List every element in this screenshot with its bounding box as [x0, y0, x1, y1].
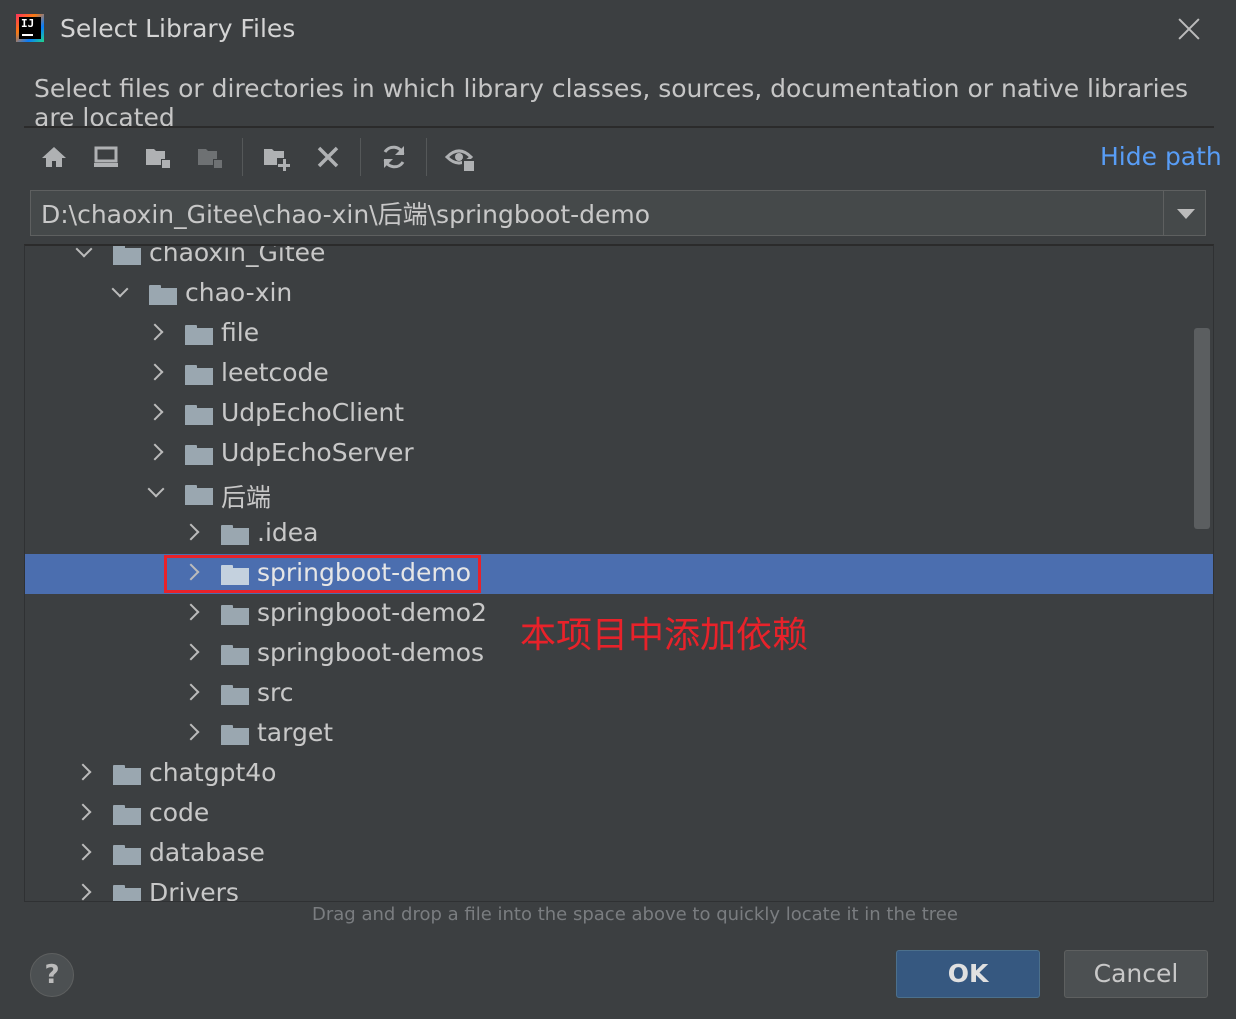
chevron-right-icon[interactable] [145, 322, 167, 344]
drag-drop-hint: Drag and drop a file into the space abov… [312, 904, 958, 925]
folder-icon [221, 525, 249, 545]
tree-item-label: src [257, 678, 294, 707]
folder-icon [221, 685, 249, 705]
chevron-down-icon[interactable] [73, 246, 95, 264]
ok-button[interactable]: OK [896, 950, 1040, 998]
tree-item-label: springboot-demo2 [257, 598, 487, 627]
folder-icon [149, 285, 177, 305]
refresh-icon[interactable] [377, 140, 411, 174]
home-icon[interactable] [37, 140, 71, 174]
tree-item-label: database [149, 838, 265, 867]
chevron-right-icon[interactable] [73, 802, 95, 824]
chevron-down-icon[interactable] [145, 482, 167, 504]
tree-item[interactable]: code [25, 794, 1213, 834]
tree-item[interactable]: UdpEchoClient [25, 394, 1213, 434]
toolbar-separator [360, 138, 361, 176]
folder-icon [185, 405, 213, 425]
annotation-highlight-box [164, 555, 481, 593]
chevron-right-icon[interactable] [181, 682, 203, 704]
tree-item[interactable]: 后端 [25, 474, 1213, 514]
tree-item-label: 后端 [221, 483, 272, 512]
close-icon[interactable] [1172, 12, 1206, 46]
tree-item-label: code [149, 798, 210, 827]
chevron-right-icon[interactable] [181, 522, 203, 544]
cancel-button[interactable]: Cancel [1064, 950, 1208, 998]
folder-icon [221, 605, 249, 625]
chevron-down-icon[interactable] [109, 282, 131, 304]
chevron-right-icon[interactable] [145, 442, 167, 464]
folder-icon [185, 485, 213, 505]
help-button[interactable]: ? [30, 953, 74, 997]
folder-icon [113, 246, 141, 265]
tree-item[interactable]: .idea [25, 514, 1213, 554]
tree-item[interactable]: UdpEchoServer [25, 434, 1213, 474]
tree-item[interactable]: file [25, 314, 1213, 354]
tree-item[interactable]: src [25, 674, 1213, 714]
delete-icon[interactable] [311, 140, 345, 174]
annotation-text: 本项目中添加依赖 [520, 615, 809, 656]
chevron-right-icon[interactable] [145, 362, 167, 384]
path-combobox[interactable] [30, 190, 1206, 236]
folder-icon [113, 765, 141, 785]
folder-icon [113, 845, 141, 865]
toolbar-separator [242, 138, 243, 176]
tree-item[interactable]: leetcode [25, 354, 1213, 394]
toolbar [24, 132, 1214, 182]
tree-item-label: target [257, 718, 334, 747]
tree-item[interactable]: chao-xin [25, 274, 1213, 314]
chevron-right-icon[interactable] [181, 722, 203, 744]
tree-item-label: Drivers [149, 878, 239, 902]
dialog-description: Select files or directories in which lib… [34, 74, 1189, 132]
module-folder-icon[interactable] [193, 140, 227, 174]
project-folder-icon[interactable] [141, 140, 175, 174]
divider [24, 126, 1214, 128]
folder-icon [185, 365, 213, 385]
chevron-right-icon[interactable] [73, 762, 95, 784]
tree-item-label: file [221, 318, 260, 347]
folder-icon [221, 725, 249, 745]
tree-item[interactable]: chatgpt4o [25, 754, 1213, 794]
tree-item-label: .idea [257, 518, 319, 547]
tree-item-label: chaoxin_Gitee [149, 244, 326, 267]
folder-icon [185, 445, 213, 465]
chevron-right-icon[interactable] [73, 842, 95, 864]
dialog-title: Select Library Files [60, 14, 296, 43]
tree-scrollbar[interactable] [1194, 328, 1210, 529]
path-input[interactable] [31, 191, 1161, 235]
tree-item[interactable]: Drivers [25, 874, 1213, 902]
hide-path-link[interactable]: Hide path [1100, 142, 1222, 171]
tree-item-label: leetcode [221, 358, 329, 387]
chevron-right-icon[interactable] [145, 402, 167, 424]
intellij-logo-icon: IJ [16, 14, 44, 42]
chevron-down-icon[interactable] [1163, 191, 1206, 235]
tree-item[interactable]: target [25, 714, 1213, 754]
tree-item-label: springboot-demos [257, 638, 485, 667]
new-folder-icon[interactable] [259, 140, 293, 174]
title-bar: IJ Select Library Files [0, 0, 1236, 58]
tree-item-label: UdpEchoClient [221, 398, 405, 427]
folder-icon [113, 805, 141, 825]
chevron-right-icon[interactable] [181, 602, 203, 624]
tree-item-label: UdpEchoServer [221, 438, 414, 467]
tree-item-label: chatgpt4o [149, 758, 277, 787]
desktop-icon[interactable] [89, 140, 123, 174]
tree-item[interactable]: chaoxin_Gitee [25, 244, 1213, 274]
folder-icon [185, 325, 213, 345]
chevron-right-icon[interactable] [73, 882, 95, 901]
show-hidden-icon[interactable] [443, 140, 477, 174]
folder-icon [221, 645, 249, 665]
tree-item[interactable]: database [25, 834, 1213, 874]
chevron-right-icon[interactable] [181, 642, 203, 664]
tree-item-label: chao-xin [185, 278, 293, 307]
folder-icon [113, 885, 141, 901]
toolbar-separator [426, 138, 427, 176]
